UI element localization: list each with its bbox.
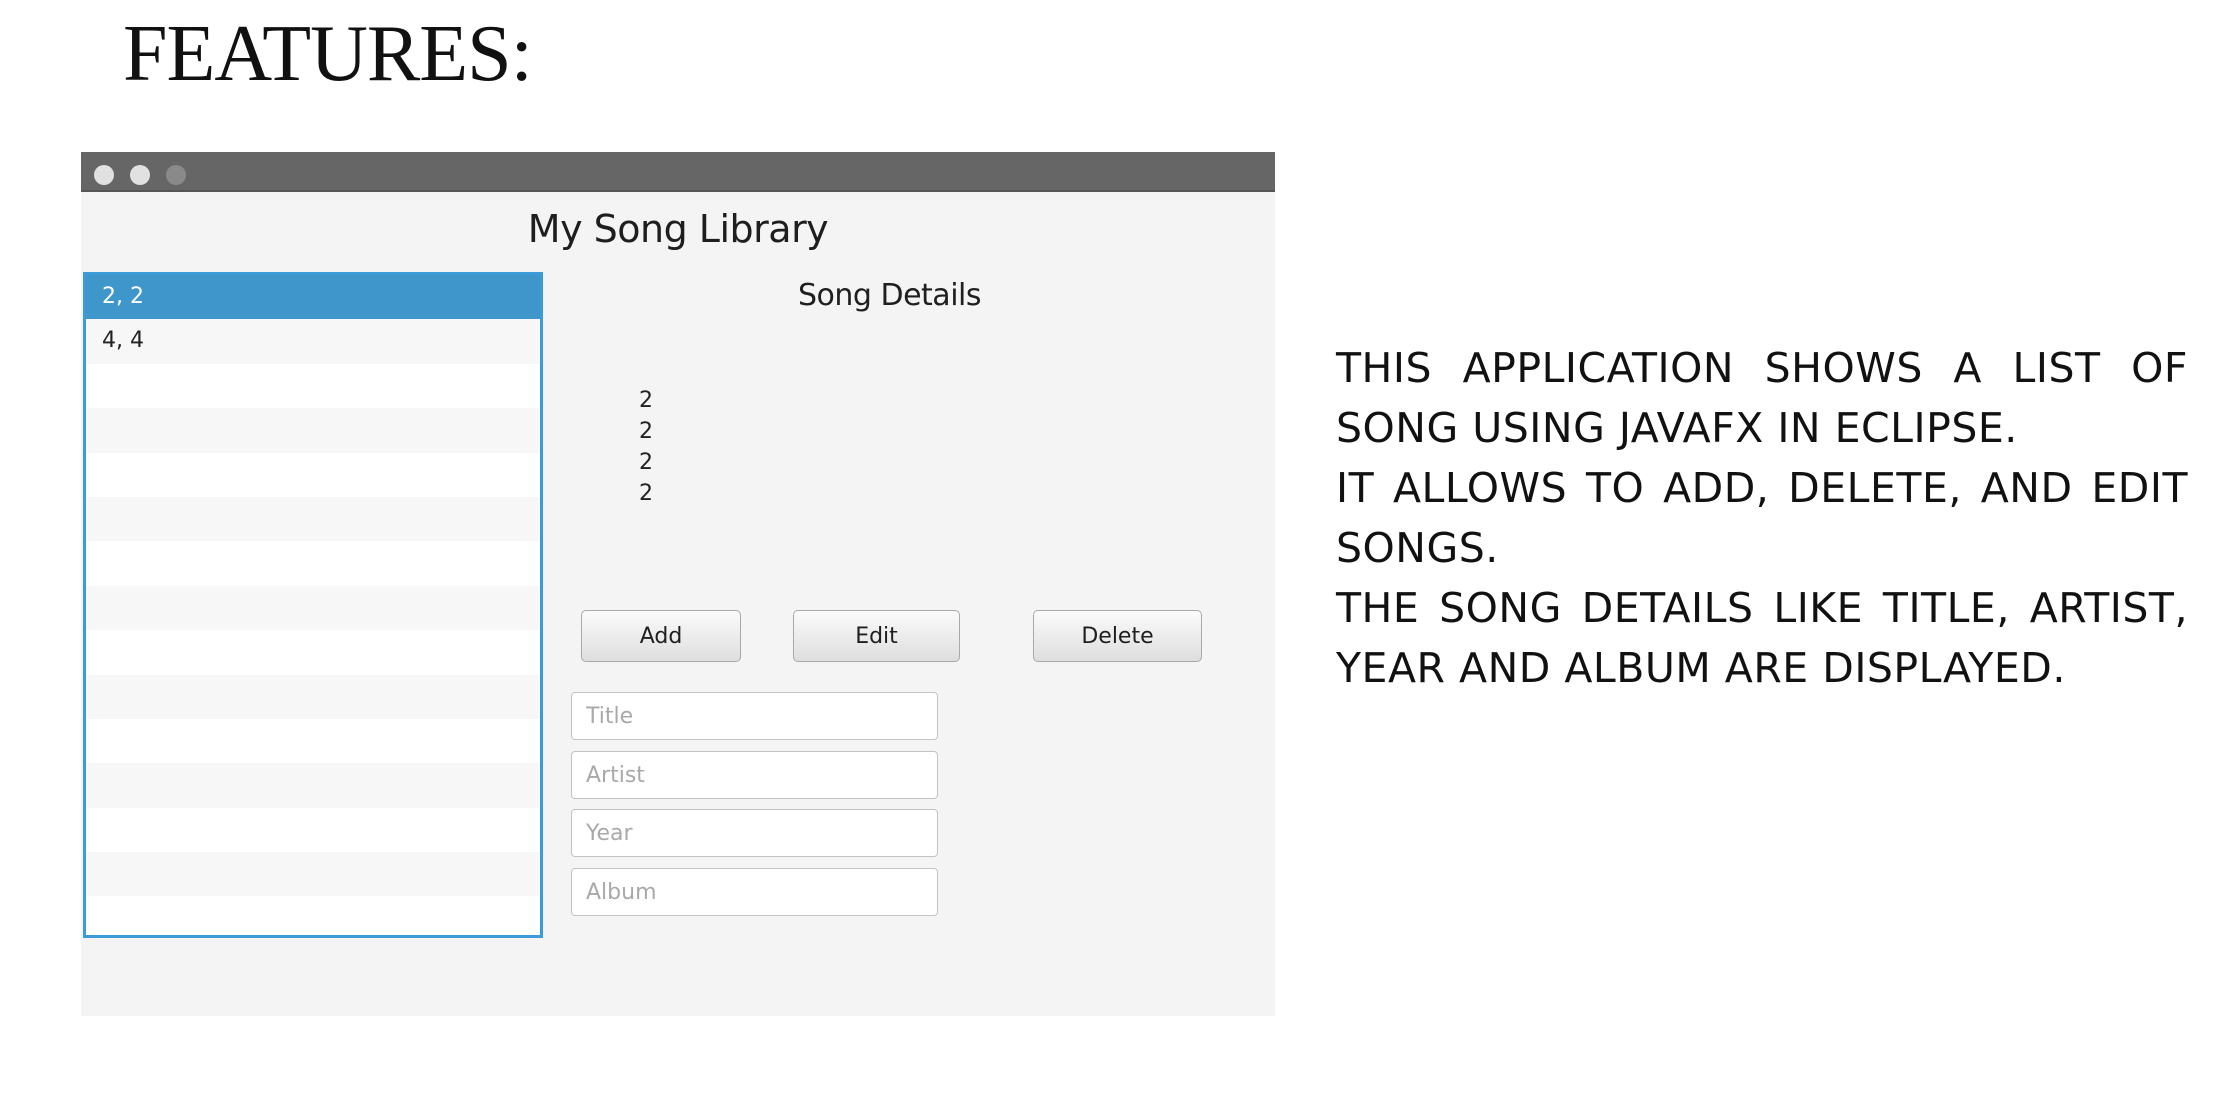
song-list[interactable]: 2, 2 4, 4 [83, 272, 543, 938]
description-line: THE SONG DETAILS LIKE TITLE, ARTIST, YEA… [1336, 584, 2188, 692]
song-list-empty-row[interactable] [86, 452, 540, 497]
song-list-empty-row[interactable] [86, 496, 540, 542]
song-list-empty-row[interactable] [86, 763, 540, 808]
song-list-empty-row[interactable] [86, 630, 540, 675]
song-list-empty-row[interactable] [86, 852, 540, 897]
song-list-item[interactable]: 4, 4 [86, 319, 540, 364]
song-list-empty-row[interactable] [86, 408, 540, 453]
song-list-empty-row[interactable] [86, 807, 540, 853]
album-field[interactable] [571, 868, 938, 916]
minimize-window-icon[interactable] [130, 165, 150, 185]
description-line: IT ALLOWS TO ADD, DELETE, AND EDIT SONGS… [1336, 464, 2188, 572]
song-list-empty-row[interactable] [86, 585, 540, 631]
close-window-icon[interactable] [94, 165, 114, 185]
add-button[interactable]: Add [581, 610, 741, 662]
song-detail-artist-value: 2 [639, 419, 653, 444]
description-line: THIS APPLICATION SHOWS A LIST OF SONG US… [1336, 344, 2188, 452]
song-list-empty-row[interactable] [86, 718, 540, 764]
song-detail-year-value: 2 [639, 450, 653, 475]
app-title: My Song Library [527, 207, 829, 251]
song-details-title: Song Details [798, 278, 982, 313]
delete-button[interactable]: Delete [1033, 610, 1202, 662]
title-field[interactable] [571, 692, 938, 740]
window-titlebar[interactable] [81, 152, 1275, 192]
year-field[interactable] [571, 809, 938, 857]
song-list-empty-row[interactable] [86, 896, 540, 935]
edit-button[interactable]: Edit [793, 610, 960, 662]
artist-field[interactable] [571, 751, 938, 799]
song-detail-album-value: 2 [639, 481, 653, 506]
song-list-item[interactable]: 2, 2 [86, 275, 540, 320]
feature-description: THIS APPLICATION SHOWS A LIST OF SONG US… [1336, 338, 2188, 698]
song-list-empty-row[interactable] [86, 363, 540, 409]
app-window: My Song Library 2, 2 4, 4 Song Details 2… [81, 152, 1275, 1016]
song-list-empty-row[interactable] [86, 541, 540, 586]
song-list-empty-row[interactable] [86, 674, 540, 719]
song-detail-title-value: 2 [639, 388, 653, 413]
slide-heading: FEATURES: [123, 10, 533, 98]
maximize-window-icon[interactable] [166, 165, 186, 185]
